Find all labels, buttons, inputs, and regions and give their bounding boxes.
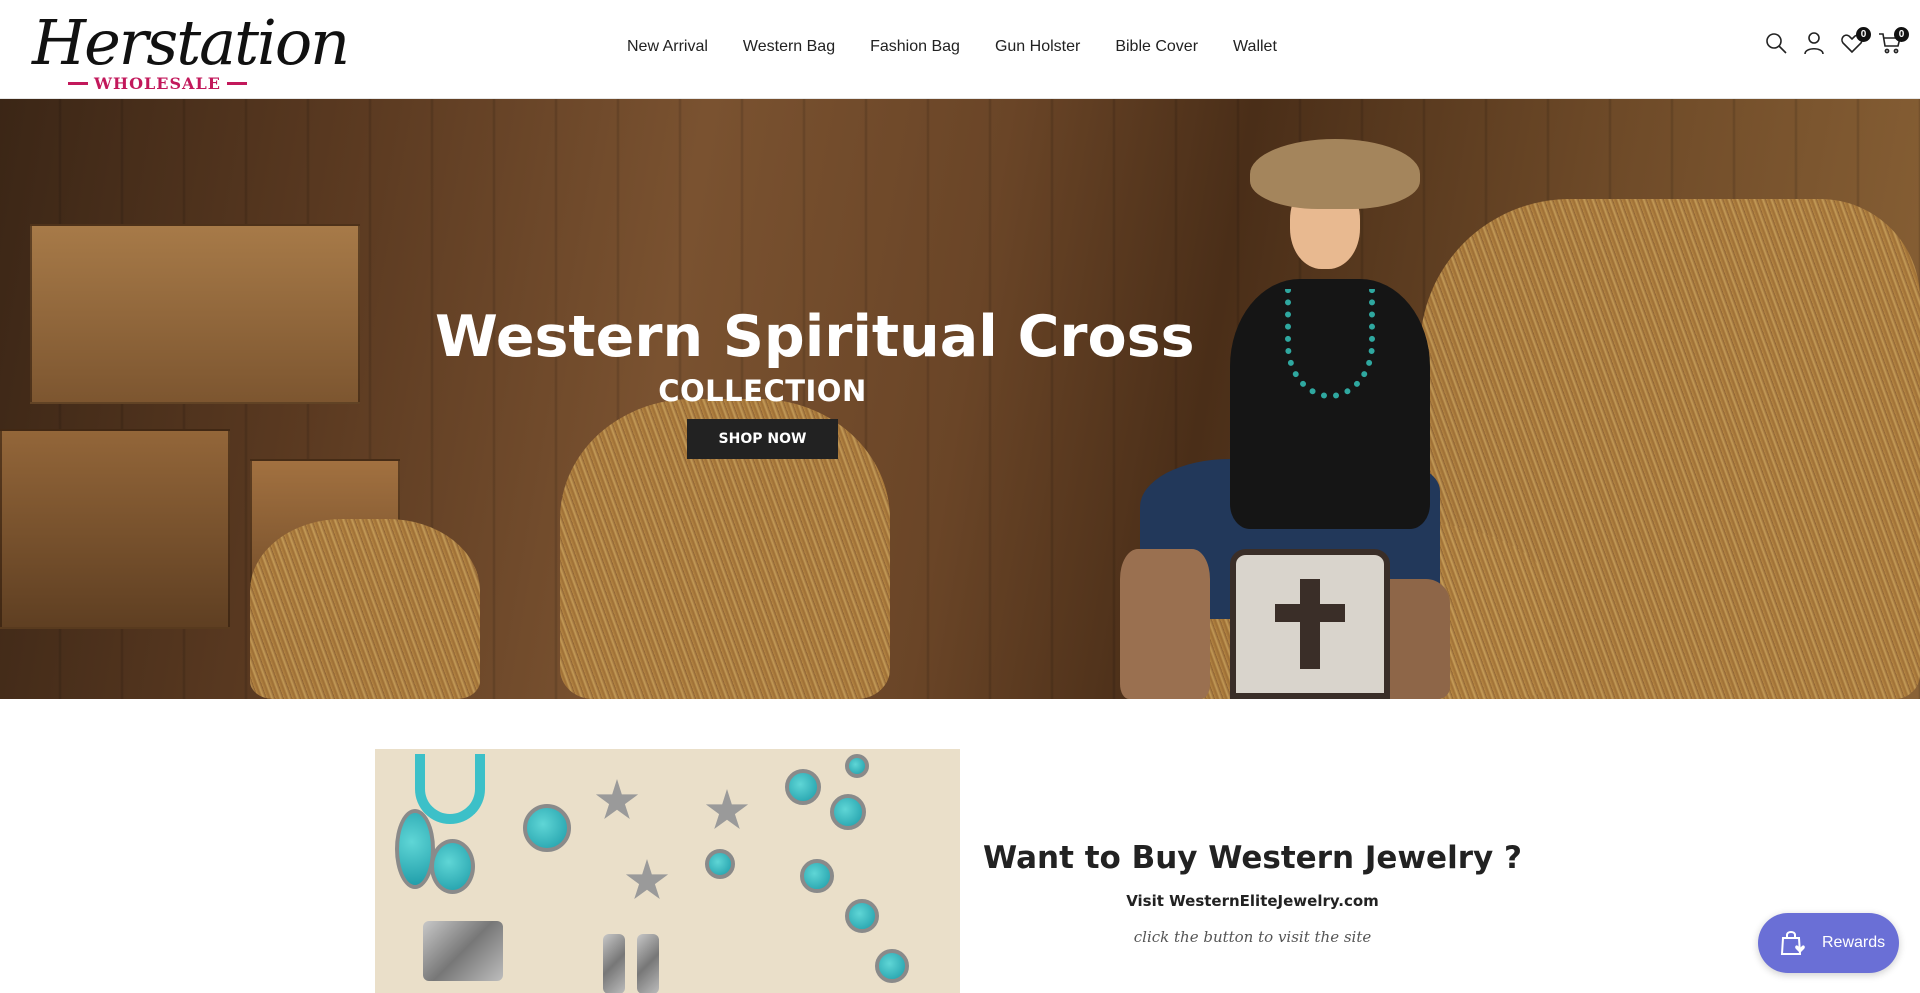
nav-item-fashion-bag[interactable]: Fashion Bag [870, 38, 960, 56]
shopping-bag-heart-icon [1780, 931, 1805, 955]
jewelry-ring [845, 754, 869, 778]
jewelry-concho [523, 804, 571, 852]
model-hat [1250, 139, 1420, 209]
model-necklace [1285, 289, 1375, 399]
jewelry-turquoise-piece [395, 809, 435, 889]
hero-banner: Western Spiritual Cross COLLECTION SHOP … [0, 99, 1920, 699]
nav-item-bible-cover[interactable]: Bible Cover [1115, 38, 1198, 56]
promo-note: click the button to visit the site [1133, 928, 1372, 946]
brand-logo-subtitle: WHOLESALE [94, 74, 221, 93]
account-button[interactable] [1802, 30, 1826, 56]
western-jewelry-image [375, 749, 960, 993]
site-header: Herstation WHOLESALE New Arrival Western… [0, 0, 1920, 99]
western-jewelry-promo: Want to Buy Western Jewelry ? Visit West… [980, 840, 1525, 946]
jewelry-turquoise-stone [705, 849, 735, 879]
rewards-button[interactable]: Rewards [1758, 913, 1899, 973]
nav-item-wallet[interactable]: Wallet [1233, 38, 1277, 56]
hero-crate [0, 429, 230, 629]
logo-divider-left [68, 82, 88, 85]
hero-crate [30, 224, 360, 404]
hero-subtitle: COLLECTION [658, 374, 867, 408]
hero-text-block: Western Spiritual Cross COLLECTION SHOP … [435, 302, 1195, 459]
rewards-label: Rewards [1822, 934, 1886, 951]
jewelry-turquoise-stone [875, 949, 909, 983]
wishlist-button[interactable]: 0 [1840, 27, 1871, 56]
jewelry-star-pendant [705, 789, 749, 830]
handbag-cross-emblem [1275, 604, 1345, 622]
cart-button[interactable]: 0 [1878, 27, 1909, 56]
jewelry-turquoise-stone [830, 794, 866, 830]
search-icon [1766, 33, 1787, 54]
jewelry-cuff-bracelet [423, 921, 503, 981]
jewelry-earring [637, 934, 659, 993]
promo-title: Want to Buy Western Jewelry ? [983, 840, 1522, 876]
jewelry-turquoise-stone [845, 899, 879, 933]
cart-count-badge: 0 [1894, 27, 1909, 42]
handbag-cross-emblem [1300, 579, 1320, 669]
promo-visit-text: Visit WesternEliteJewelry.com [1126, 892, 1379, 910]
hero-title: Western Spiritual Cross [435, 304, 1195, 370]
nav-item-new-arrival[interactable]: New Arrival [627, 38, 708, 56]
jewelry-earring [603, 934, 625, 993]
jewelry-ring [430, 839, 475, 894]
logo-divider-right [226, 82, 247, 85]
brand-logo-subtitle-row: WHOLESALE [68, 74, 247, 93]
model-boot [1120, 549, 1210, 699]
hero-hay-bale [250, 519, 480, 699]
shop-now-button[interactable]: SHOP NOW [687, 419, 838, 459]
wishlist-count-badge: 0 [1856, 27, 1871, 42]
search-button[interactable] [1764, 30, 1788, 56]
nav-item-western-bag[interactable]: Western Bag [743, 38, 835, 56]
jewelry-turquoise-stone [785, 769, 821, 805]
hero-model-image [1080, 109, 1450, 699]
jewelry-turquoise-stone [800, 859, 834, 893]
jewelry-star-pendant [595, 779, 639, 820]
nav-item-gun-holster[interactable]: Gun Holster [995, 38, 1080, 56]
header-icons: 0 0 [1764, 27, 1909, 56]
brand-logo[interactable]: Herstation WHOLESALE [32, 8, 350, 94]
brand-logo-name: Herstation [32, 6, 350, 79]
jewelry-turquoise-necklace [415, 754, 485, 824]
jewelry-star-pendant [625, 859, 669, 900]
main-nav: New Arrival Western Bag Fashion Bag Gun … [627, 38, 1277, 56]
user-icon [1804, 32, 1824, 55]
